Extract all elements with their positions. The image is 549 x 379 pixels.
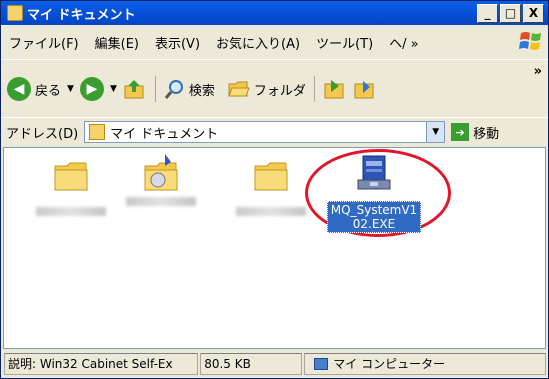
exe-label-line2: 02.EXE	[352, 217, 396, 231]
folder-icon	[54, 162, 88, 191]
search-label: 検索	[188, 83, 215, 99]
forward-arrow-icon: ▶	[79, 77, 104, 101]
installer-exe-icon	[357, 155, 391, 190]
search-icon	[164, 80, 183, 99]
address-label: アドレス(D)	[6, 126, 79, 142]
folder-icon	[254, 162, 288, 191]
explorer-window: マイ ドキュメント _ □ X ファイル(F) 編集(E) 表示(V) お気に入…	[0, 0, 549, 379]
address-dropdown-button[interactable]: ▼	[426, 122, 445, 142]
up-folder-button[interactable]	[123, 78, 147, 100]
folder-icon	[7, 5, 23, 21]
back-button[interactable]: ◀ 戻る ▼	[7, 77, 74, 101]
forward-button[interactable]: ▶ ▼	[79, 77, 117, 101]
status-zone: マイ コンピューター	[304, 352, 546, 375]
file-list-pane[interactable]: MQ_SystemV1 02.EXE	[3, 147, 546, 349]
forward-dropdown-icon[interactable]: ▼	[110, 84, 117, 94]
menu-file[interactable]: ファイル(F)	[1, 33, 87, 52]
close-button[interactable]: X	[523, 3, 544, 23]
exe-label-line1: MQ_SystemV1	[330, 203, 418, 217]
address-value: マイ ドキュメント	[110, 126, 219, 142]
folder-item[interactable]	[26, 162, 116, 216]
menu-tools[interactable]: ツール(T)	[308, 33, 381, 52]
search-button[interactable]: 検索	[164, 78, 215, 100]
back-dropdown-icon[interactable]: ▼	[67, 84, 74, 94]
address-input[interactable]: マイ ドキュメント ▼	[84, 121, 446, 143]
folders-label: フォルダ	[253, 83, 306, 99]
status-size: 80.5 KB	[200, 352, 303, 375]
folders-icon	[228, 81, 250, 97]
address-bar: アドレス(D) マイ ドキュメント ▼ ➔ 移動	[1, 117, 548, 146]
menu-bar: ファイル(F) 編集(E) 表示(V) お気に入り(A) ツール(T) ヘ/ »	[1, 27, 548, 57]
title-bar[interactable]: マイ ドキュメント _ □ X	[1, 1, 548, 25]
copy-to-button[interactable]	[353, 78, 377, 100]
my-computer-icon	[314, 357, 329, 370]
windows-logo-icon	[519, 32, 541, 50]
blurred-label	[236, 207, 306, 216]
blurred-label	[126, 197, 196, 206]
status-description: 説明: Win32 Cabinet Self-Ex	[4, 352, 199, 375]
move-to-button[interactable]	[323, 78, 347, 100]
menu-edit[interactable]: 編集(E)	[87, 33, 147, 52]
folder-item[interactable]	[116, 152, 206, 206]
status-bar: 説明: Win32 Cabinet Self-Ex 80.5 KB マイ コンピ…	[1, 349, 548, 378]
go-label: 移動	[473, 126, 500, 142]
toolbar-divider	[154, 76, 156, 102]
blurred-label	[36, 207, 106, 216]
back-label: 戻る	[35, 83, 62, 99]
toolbar-divider	[313, 76, 315, 102]
music-folder-icon	[144, 154, 178, 191]
minimize-button[interactable]: _	[477, 3, 498, 23]
go-arrow-icon: ➔	[451, 123, 470, 141]
go-button[interactable]: ➔ 移動	[451, 123, 499, 142]
exe-file-item[interactable]: MQ_SystemV1 02.EXE	[326, 152, 422, 233]
maximize-button[interactable]: □	[500, 3, 521, 23]
window-title: マイ ドキュメント	[27, 7, 136, 23]
folder-item[interactable]	[226, 162, 316, 216]
menu-favorites[interactable]: お気に入り(A)	[208, 33, 308, 52]
up-folder-icon	[124, 80, 144, 99]
menu-help[interactable]: ヘ/ »	[381, 33, 426, 52]
menu-view[interactable]: 表示(V)	[147, 33, 208, 52]
my-documents-icon	[89, 124, 106, 140]
toolbar-more-chevron[interactable]: »	[534, 64, 542, 79]
move-to-icon	[324, 80, 344, 99]
toolbar: ◀ 戻る ▼ ▶ ▼ 検索 フォルダ »	[1, 59, 548, 118]
back-arrow-icon: ◀	[7, 77, 31, 101]
status-zone-label: マイ コンピューター	[333, 357, 446, 371]
folders-button[interactable]: フォルダ	[227, 79, 306, 99]
exe-file-label: MQ_SystemV1 02.EXE	[326, 201, 422, 233]
copy-to-icon	[354, 81, 374, 99]
